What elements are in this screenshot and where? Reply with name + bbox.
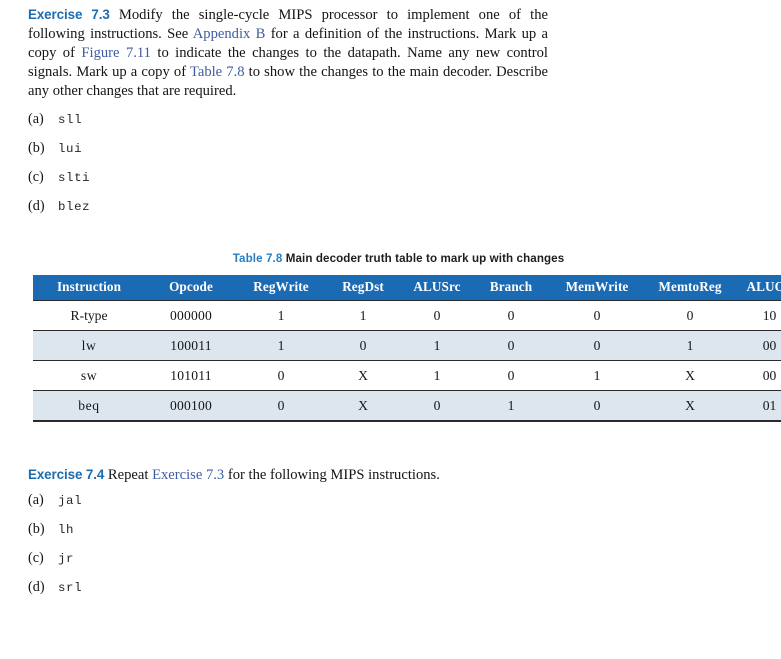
list-item-marker: (d) [28,579,45,595]
list-item: (c) slti [28,169,90,198]
cell-instruction: R-type [33,300,145,331]
exercise-7-3-paragraph: Exercise 7.3 Modify the single-cycle MIP… [28,6,548,101]
cell-regdst: 0 [325,330,401,361]
exercise-7-4-label: Exercise 7.4 [28,467,105,482]
cell-alusrc: 0 [401,300,473,331]
cell-regwrite: 1 [237,330,325,361]
list-item: (d) srl [28,579,82,608]
instruction-mnemonic: jr [58,552,75,566]
column-header-regdst: RegDst [325,275,401,301]
cell-instruction: beq [33,390,145,422]
exercise-7-4-item-list: (a) jal (b) lh (c) jr (d) srl [28,492,82,608]
list-item: (a) jal [28,492,82,521]
cell-memtoreg: X [645,390,735,422]
cell-memwrite: 1 [549,360,645,391]
cell-regdst: X [325,360,401,391]
column-header-branch: Branch [473,275,549,301]
cell-branch: 1 [473,390,549,422]
cell-regdst: X [325,390,401,422]
cell-memtoreg: 1 [645,330,735,361]
list-item-marker: (a) [28,111,44,127]
exercise-7-4-paragraph: Exercise 7.4 Repeat Exercise 7.3 for the… [28,466,548,485]
cell-regdst: 1 [325,300,401,331]
list-item-marker: (c) [28,169,44,185]
cell-regwrite: 0 [237,360,325,391]
exercise_74-text-run: Repeat [104,467,153,483]
cell-memtoreg: X [645,360,735,391]
column-header-regwrite: RegWrite [237,275,325,301]
column-header-memwrite: MemWrite [549,275,645,301]
instruction-mnemonic: lh [58,523,75,537]
main-decoder-truth-table: Instruction Opcode RegWrite RegDst ALUSrc Bra… [33,275,781,422]
cell-opcode: 101011 [145,360,237,391]
table-header: Instruction Opcode RegWrite RegDst ALUSrc Bra… [33,275,781,301]
table-7-8-caption: Table 7.8 Main decoder truth table to ma… [33,252,764,265]
exercise-7-3-label: Exercise 7.3 [28,7,110,22]
cell-alusrc: 1 [401,330,473,361]
exercise_73-cross-reference[interactable]: Appendix B [193,26,266,42]
column-header-instruction: Instruction [33,275,145,301]
table-row: beq 000100 0 X 0 1 0 X 01 [33,390,781,422]
list-item-marker: (b) [28,521,45,537]
instruction-mnemonic: jal [58,494,83,508]
list-item-marker: (b) [28,140,45,156]
exercise-7-4-block: Exercise 7.4 Repeat Exercise 7.3 for the… [28,466,548,485]
list-item-marker: (c) [28,550,44,566]
cell-alusrc: 0 [401,390,473,422]
cell-regwrite: 0 [237,390,325,422]
column-header-aluop: ALUOp [735,275,781,301]
exercise_74-cross-reference[interactable]: Exercise 7.3 [152,467,224,483]
table-body: R-type 000000 1 1 0 0 0 0 10 lw 100011 1 0 1 0 0 1 00 sw 10… [33,300,781,422]
exercise-7-4-text: Repeat Exercise 7.3 for the following MI… [104,467,440,483]
table-7-8-container: Table 7.8 Main decoder truth table to ma… [33,252,781,422]
list-item: (d) blez [28,198,90,227]
cell-regwrite: 1 [237,300,325,331]
cell-aluop: 10 [735,300,781,331]
cell-aluop: 00 [735,330,781,361]
instruction-mnemonic: srl [58,581,83,595]
list-item: (c) jr [28,550,82,579]
instruction-mnemonic: slti [58,171,91,185]
cell-branch: 0 [473,330,549,361]
cell-branch: 0 [473,300,549,331]
table-row: sw 101011 0 X 1 0 1 X 00 [33,360,781,391]
document-page: Exercise 7.3 Modify the single-cycle MIP… [0,0,781,659]
exercise-7-3-block: Exercise 7.3 Modify the single-cycle MIP… [28,6,548,101]
cell-alusrc: 1 [401,360,473,391]
cell-memtoreg: 0 [645,300,735,331]
cell-instruction: sw [33,360,145,391]
exercise_74-text-run: for the following MIPS instructions. [224,467,440,483]
cell-branch: 0 [473,360,549,391]
list-item-marker: (a) [28,492,44,508]
cell-instruction: lw [33,330,145,361]
instruction-mnemonic: lui [58,142,83,156]
column-header-memtoreg: MemtoReg [645,275,735,301]
exercise_73-cross-reference[interactable]: Table 7.8 [190,64,245,80]
instruction-mnemonic: blez [58,200,91,214]
cell-aluop: 00 [735,360,781,391]
table-caption-text: Main decoder truth table to mark up with… [285,252,565,265]
table-caption-number: Table 7.8 [232,252,283,265]
cell-memwrite: 0 [549,330,645,361]
column-header-alusrc: ALUSrc [401,275,473,301]
column-header-opcode: Opcode [145,275,237,301]
list-item: (b) lui [28,140,90,169]
cell-opcode: 000000 [145,300,237,331]
table-header-row: Instruction Opcode RegWrite RegDst ALUSrc Bra… [33,275,781,301]
table-row: R-type 000000 1 1 0 0 0 0 10 [33,300,781,331]
list-item: (a) sll [28,111,90,140]
cell-memwrite: 0 [549,390,645,422]
instruction-mnemonic: sll [58,113,83,127]
list-item: (b) lh [28,521,82,550]
exercise_73-cross-reference[interactable]: Figure 7.11 [81,45,151,61]
table-row: lw 100011 1 0 1 0 0 1 00 [33,330,781,361]
cell-opcode: 000100 [145,390,237,422]
cell-aluop: 01 [735,390,781,422]
cell-opcode: 100011 [145,330,237,361]
list-item-marker: (d) [28,198,45,214]
cell-memwrite: 0 [549,300,645,331]
exercise-7-3-item-list: (a) sll (b) lui (c) slti (d) blez [28,111,90,227]
